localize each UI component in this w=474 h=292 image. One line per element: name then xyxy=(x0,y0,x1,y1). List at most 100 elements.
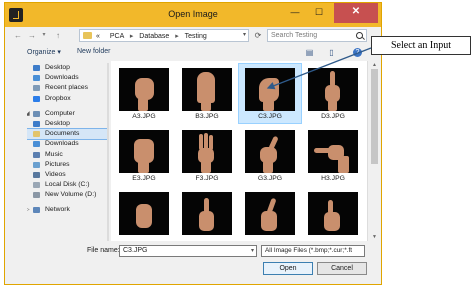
address-dropdown-icon[interactable]: ▾ xyxy=(243,31,246,38)
file-name-label: File name: xyxy=(87,247,120,254)
recent-chevron-icon[interactable]: ▾ xyxy=(39,30,49,41)
thumbnail-image xyxy=(245,130,295,173)
file-name-label: E3.JPG xyxy=(132,175,156,182)
forward-arrow-icon[interactable]: → xyxy=(27,30,37,41)
documents-icon xyxy=(33,131,40,138)
breadcrumb-testing[interactable]: Testing xyxy=(185,33,207,40)
file-name-dropdown-icon[interactable]: ▾ xyxy=(251,246,254,256)
file-item-a3[interactable]: A3.JPG xyxy=(113,64,175,123)
file-name-label: G3.JPG xyxy=(257,175,283,182)
refresh-icon[interactable]: ⟳ xyxy=(253,30,263,41)
drive-icon xyxy=(33,192,40,199)
search-icon xyxy=(356,32,363,39)
sidebar-item-videos[interactable]: Videos xyxy=(27,170,107,180)
file-item-h3[interactable]: H3.JPG xyxy=(302,126,364,185)
expand-arrow-icon[interactable]: ◢ xyxy=(27,109,30,119)
navigation-pane: Desktop Downloads Recent places Dropbox … xyxy=(27,63,107,241)
desktop-icon xyxy=(33,65,40,71)
up-arrow-icon[interactable]: ↑ xyxy=(53,30,63,41)
file-item-d3[interactable]: D3.JPG xyxy=(302,64,364,123)
minimize-button[interactable]: — xyxy=(283,3,307,23)
cancel-button[interactable]: Cancel xyxy=(317,262,367,275)
folder-icon xyxy=(83,32,92,39)
thumbnail-image xyxy=(119,68,169,111)
videos-icon xyxy=(33,171,40,178)
breadcrumb: « PCA ▸ Database ▸ Testing xyxy=(96,32,207,40)
file-list-scrollbar[interactable]: ▲ ▼ xyxy=(367,61,381,241)
sidebar-scrollbar[interactable] xyxy=(107,63,109,241)
sidebar-item-computer[interactable]: ◢Computer xyxy=(27,109,107,119)
downloads-icon xyxy=(33,75,40,82)
pictures-icon xyxy=(33,161,40,168)
file-item-f3[interactable]: F3.JPG xyxy=(176,126,238,185)
sidebar-item-recent-places[interactable]: Recent places xyxy=(27,83,107,93)
back-arrow-icon[interactable]: ← xyxy=(13,30,23,41)
file-item-partial-3[interactable] xyxy=(239,188,301,241)
sidebar-item-local-disk[interactable]: Local Disk (C:) xyxy=(27,180,107,190)
file-item-g3[interactable]: G3.JPG xyxy=(239,126,301,185)
file-name-label: F3.JPG xyxy=(195,175,219,182)
thumbnail-image xyxy=(182,68,232,111)
sidebar-item-computer-downloads[interactable]: Downloads xyxy=(27,139,107,149)
open-image-dialog: Open Image — ☐ ✕ ← → ▾ ↑ « PCA ▸ Databas… xyxy=(4,2,382,285)
scroll-down-icon[interactable]: ▼ xyxy=(371,234,378,240)
breadcrumb-pca[interactable]: PCA xyxy=(110,33,124,40)
dropbox-icon xyxy=(33,95,40,102)
sidebar-item-computer-desktop[interactable]: Desktop xyxy=(27,119,107,129)
file-item-partial-2[interactable] xyxy=(176,188,238,241)
sidebar-item-network[interactable]: ▷Network xyxy=(27,205,107,215)
scroll-up-icon[interactable]: ▲ xyxy=(371,62,378,68)
thumbnail-image xyxy=(245,68,295,111)
file-type-select[interactable]: All Image Files (*.bmp;*.cur;*.ft xyxy=(261,245,365,257)
file-item-e3[interactable]: E3.JPG xyxy=(113,126,175,185)
file-item-b3[interactable]: B3.JPG xyxy=(176,64,238,123)
title-bar[interactable]: Open Image — ☐ ✕ xyxy=(5,3,381,27)
breadcrumb-database[interactable]: Database xyxy=(139,33,169,40)
address-row: ← → ▾ ↑ « PCA ▸ Database ▸ Testing ▾ ⟳ S… xyxy=(5,27,381,45)
thumbnail-image xyxy=(308,192,358,235)
thumbnail-image xyxy=(119,192,169,235)
file-name-label: C3.JPG xyxy=(258,113,282,120)
sidebar-item-music[interactable]: Music xyxy=(27,150,107,160)
expand-arrow-icon[interactable]: ▷ xyxy=(27,205,30,215)
select-input-callout: Select an Input xyxy=(371,36,471,55)
file-item-c3[interactable]: C3.JPG xyxy=(238,63,302,124)
open-button[interactable]: Open xyxy=(263,262,313,275)
sidebar-item-pictures[interactable]: Pictures xyxy=(27,160,107,170)
search-input[interactable]: Search Testing xyxy=(267,29,367,42)
address-bar[interactable]: « PCA ▸ Database ▸ Testing ▾ xyxy=(79,29,249,42)
file-name-label: H3.JPG xyxy=(321,175,345,182)
file-item-partial-4[interactable] xyxy=(302,188,364,241)
close-button[interactable]: ✕ xyxy=(334,3,378,23)
scrollbar-thumb[interactable] xyxy=(371,69,378,164)
local-disk-icon xyxy=(33,182,40,189)
search-placeholder: Search Testing xyxy=(271,32,318,39)
downloads-icon xyxy=(33,141,40,148)
recent-places-icon xyxy=(33,85,40,92)
breadcrumb-overflow[interactable]: « xyxy=(96,33,100,40)
file-list: A3.JPG B3.JPG C3.JPG D3.JPG E3.JPG F3.JP… xyxy=(111,61,367,241)
maximize-button[interactable]: ☐ xyxy=(307,3,331,23)
organize-button[interactable]: Organize ▾ xyxy=(27,48,61,56)
breadcrumb-separator-icon: ▸ xyxy=(175,33,179,40)
thumbnail-image xyxy=(182,130,232,173)
sidebar-item-documents[interactable]: Documents xyxy=(27,128,107,141)
music-icon xyxy=(33,151,40,158)
file-name-label: A3.JPG xyxy=(132,113,156,120)
dialog-footer: File name: C3.JPG ▾ All Image Files (*.b… xyxy=(5,241,381,284)
sidebar-item-dropbox[interactable]: Dropbox xyxy=(27,94,107,104)
help-icon[interactable]: ? xyxy=(353,48,362,57)
file-name-input[interactable]: C3.JPG ▾ xyxy=(119,245,257,257)
thumbnail-image xyxy=(245,192,295,235)
file-name-label: D3.JPG xyxy=(321,113,345,120)
file-name-value: C3.JPG xyxy=(123,247,148,254)
file-name-label: B3.JPG xyxy=(195,113,219,120)
file-item-partial-1[interactable] xyxy=(113,188,175,241)
sidebar-item-downloads[interactable]: Downloads xyxy=(27,73,107,83)
sidebar-item-desktop[interactable]: Desktop xyxy=(27,63,107,73)
preview-pane-icon[interactable]: ▯ xyxy=(327,48,336,57)
new-folder-button[interactable]: New folder xyxy=(77,48,110,55)
change-view-icon[interactable]: ▤ xyxy=(305,48,314,57)
thumbnail-image xyxy=(182,192,232,235)
sidebar-item-new-volume[interactable]: New Volume (D:) xyxy=(27,190,107,200)
